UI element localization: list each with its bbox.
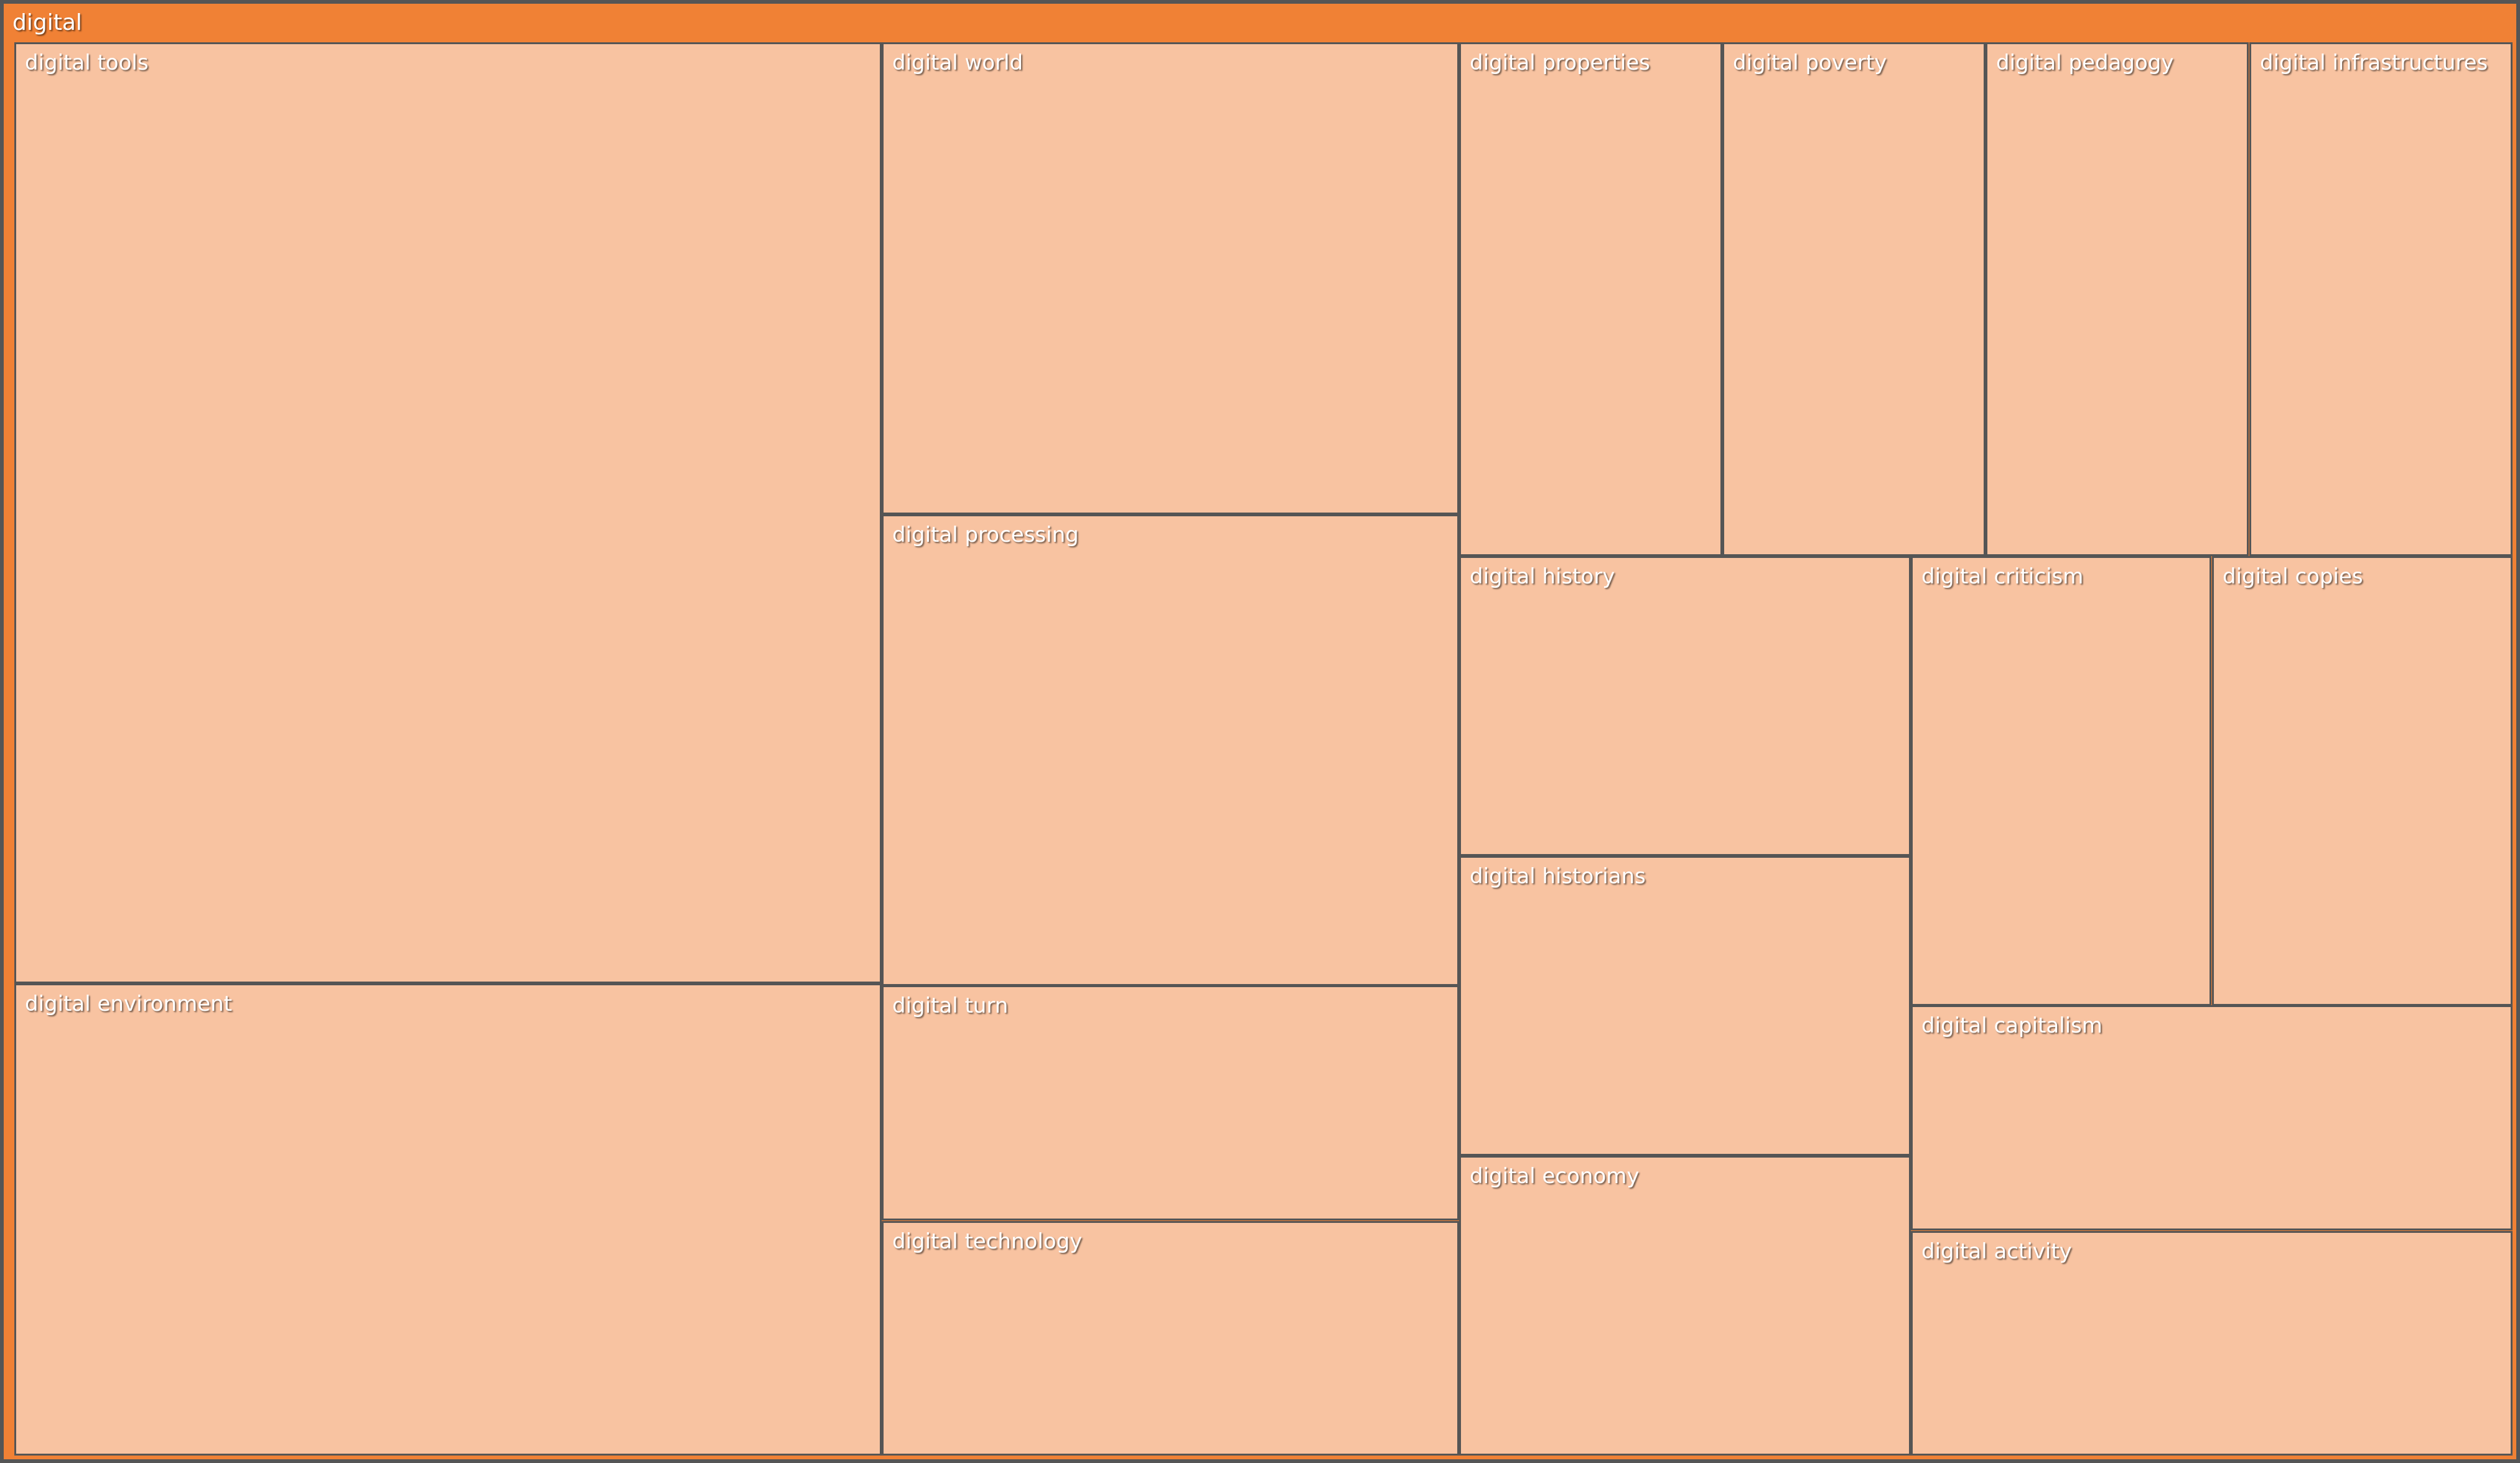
treemap-chart: digital digital tools digital environment… [0,0,2520,1463]
treemap-cell[interactable]: digital historians [1459,856,1911,1156]
treemap-cell-label: digital criticism [1921,564,2084,589]
treemap-cell[interactable]: digital turn [882,985,1459,1220]
treemap-cell[interactable]: digital economy [1459,1156,1911,1456]
treemap-cell-label: digital historians [1470,864,1646,889]
treemap-cell[interactable]: digital activity [1911,1231,2513,1456]
treemap-cell-label: digital properties [1470,50,1650,75]
treemap-cell-label: digital copies [2223,564,2363,589]
treemap-cell-label: digital activity [1921,1239,2072,1264]
treemap-cell[interactable]: digital pedagogy [1986,42,2249,556]
treemap-cell[interactable]: digital capitalism [1911,1005,2513,1230]
treemap-cell-label: digital world [892,50,1024,75]
treemap-cell-label: digital tools [25,50,149,75]
treemap-cell[interactable]: digital tools [14,42,882,983]
treemap-cell[interactable]: digital properties [1459,42,1722,556]
treemap-cell-label: digital poverty [1733,50,1887,75]
treemap-cell-label: digital environment [25,992,233,1016]
treemap-cell-label: digital technology [892,1229,1083,1254]
treemap-cell-label: digital turn [892,993,1009,1018]
treemap-cells: digital tools digital environment digital … [4,4,2516,1459]
treemap-cell-label: digital history [1470,564,1615,589]
treemap-cell-label: digital capitalism [1921,1013,2102,1038]
treemap-cell[interactable]: digital technology [882,1221,1459,1456]
treemap-cell-label: digital economy [1470,1164,1640,1189]
treemap-cell[interactable]: digital processing [882,514,1459,986]
treemap-cell-label: digital infrastructures [2260,50,2488,75]
treemap-cell-label: digital pedagogy [1996,50,2174,75]
treemap-cell-label: digital processing [892,522,1079,547]
treemap-cell[interactable]: digital copies [2212,556,2513,1006]
treemap-cell[interactable]: digital history [1459,556,1911,856]
treemap-cell[interactable]: digital world [882,42,1459,514]
treemap-cell[interactable]: digital environment [14,983,882,1456]
treemap-cell[interactable]: digital infrastructures [2249,42,2513,556]
treemap-cell[interactable]: digital criticism [1911,556,2211,1006]
treemap-cell[interactable]: digital poverty [1722,42,1986,556]
